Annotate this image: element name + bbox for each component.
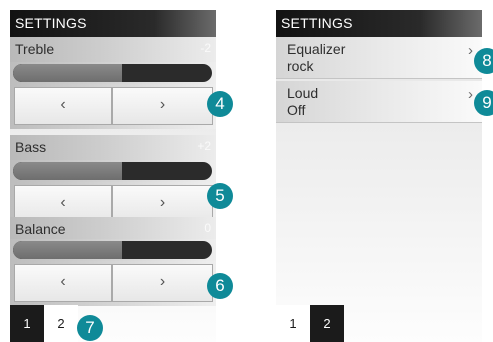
- callout-5: 5: [207, 183, 233, 209]
- treble-section: Treble -2: [10, 37, 216, 62]
- treble-slider-fill: [13, 64, 123, 82]
- loud-item[interactable]: Loud Off ›: [276, 81, 482, 123]
- bass-slider-area: [10, 160, 216, 182]
- settings-panel-page-2: SETTINGS Equalizer rock › Loud Off › 1 2: [276, 10, 482, 342]
- page-switcher: 1 2: [10, 305, 216, 342]
- page-1-tab[interactable]: 1: [276, 305, 310, 342]
- bass-value: +2: [197, 139, 211, 153]
- balance-slider[interactable]: [13, 241, 212, 259]
- equalizer-item[interactable]: Equalizer rock ›: [276, 37, 482, 79]
- balance-label: Balance: [15, 221, 66, 237]
- equalizer-value: rock: [287, 58, 314, 74]
- treble-label: Treble: [15, 41, 55, 57]
- chevron-right-icon: ›: [468, 42, 473, 59]
- page-1-tab[interactable]: 1: [10, 305, 44, 342]
- equalizer-label: Equalizer: [287, 41, 346, 57]
- settings-panel-page-1: SETTINGS Treble -2 ‹ › Bass +2 ‹ › Balan…: [10, 10, 216, 342]
- callout-6: 6: [207, 273, 233, 299]
- balance-increase-button[interactable]: ›: [112, 264, 213, 302]
- treble-increase-button[interactable]: ›: [112, 87, 213, 125]
- page-2-tab[interactable]: 2: [310, 305, 344, 342]
- settings-header: SETTINGS: [276, 10, 482, 37]
- bass-label: Bass: [15, 139, 47, 155]
- page-switcher: 1 2: [276, 305, 482, 342]
- treble-slider[interactable]: [13, 64, 212, 82]
- page-2-tab[interactable]: 2: [44, 305, 78, 342]
- balance-buttons: ‹ ›: [10, 261, 216, 306]
- settings-header: SETTINGS: [10, 10, 216, 37]
- balance-slider-area: [10, 239, 216, 261]
- treble-decrease-button[interactable]: ‹: [14, 87, 112, 125]
- balance-decrease-button[interactable]: ‹: [14, 264, 112, 302]
- bass-slider[interactable]: [13, 162, 212, 180]
- loud-value: Off: [287, 102, 306, 118]
- chevron-right-icon: ›: [468, 86, 473, 103]
- treble-value: -2: [200, 41, 211, 55]
- loud-label: Loud: [287, 85, 319, 101]
- callout-9: 9: [474, 90, 493, 116]
- treble-slider-area: [10, 62, 216, 84]
- callout-7: 7: [77, 315, 103, 341]
- callout-4: 4: [207, 91, 233, 117]
- callout-8: 8: [474, 48, 493, 74]
- bass-slider-fill: [13, 162, 123, 180]
- balance-slider-fill: [13, 241, 123, 259]
- balance-value: 0: [204, 221, 211, 235]
- bass-section: Bass +2: [10, 135, 216, 160]
- treble-buttons: ‹ ›: [10, 84, 216, 129]
